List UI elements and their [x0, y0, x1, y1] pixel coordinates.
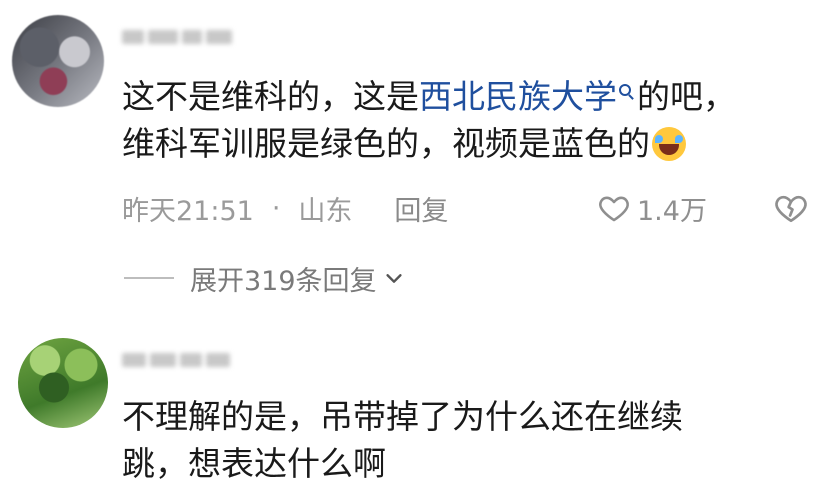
comment-text: 这不是维科的，这是西北民族大学 的吧， 维科军训服是绿色的，视频是蓝色的: [122, 73, 736, 167]
search-icon[interactable]: [619, 84, 631, 96]
comment-item: 这不是维科的，这是西北民族大学 的吧， 维科军训服是绿色的，视频是蓝色的 昨天21…: [0, 0, 828, 320]
username-blurred[interactable]: [122, 24, 232, 50]
like-count: 1.4万: [637, 195, 707, 227]
divider-line: [124, 277, 174, 279]
laughing-crying-emoji-icon: [652, 127, 686, 161]
username-blurred[interactable]: [122, 347, 242, 373]
comment-text-part: 这不是维科的，这是: [122, 77, 419, 116]
comment-location: 山东: [298, 195, 353, 227]
expand-replies-button[interactable]: 展开319条回复: [124, 257, 405, 299]
comment-text: 不理解的是，吊带掉了为什么还在继续 跳，想表达什么啊: [122, 393, 683, 487]
avatar[interactable]: [12, 15, 104, 107]
comment-meta: 昨天21:51 · 山东 回复: [122, 188, 448, 228]
chevron-down-icon: [385, 274, 402, 283]
meta-separator: ·: [271, 192, 281, 224]
comment-text-line1: 不理解的是，吊带掉了为什么还在继续: [122, 397, 683, 436]
comment-text-line2: 维科军训服是绿色的，视频是蓝色的: [122, 124, 650, 163]
heart-icon: [599, 196, 629, 222]
avatar[interactable]: [18, 338, 108, 428]
like-button[interactable]: 1.4万: [597, 188, 707, 228]
comment-time: 昨天21:51: [122, 195, 254, 227]
expand-replies-label: 展开319条回复: [190, 265, 377, 297]
reply-button[interactable]: 回复: [394, 189, 448, 228]
comment-text-part: 的吧，: [637, 77, 736, 116]
comment-text-line2: 跳，想表达什么啊: [122, 444, 386, 483]
search-link[interactable]: 西北民族大学: [419, 77, 617, 116]
broken-heart-icon[interactable]: [773, 190, 809, 226]
